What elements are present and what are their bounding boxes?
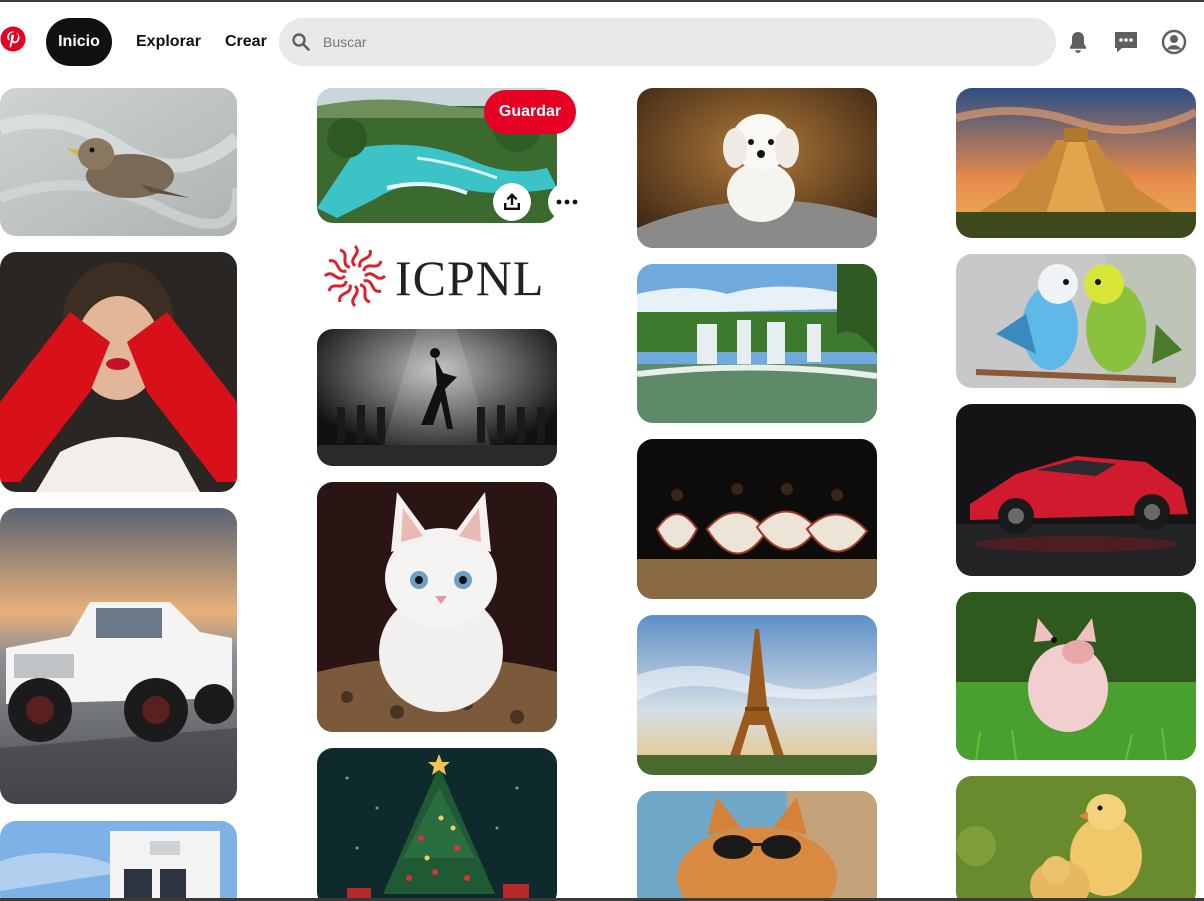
icpnl-brand-text: ICPNL bbox=[395, 250, 545, 306]
pin-modern-house[interactable] bbox=[0, 821, 237, 901]
pin-baby-chicks[interactable] bbox=[956, 776, 1196, 901]
pin-image bbox=[637, 264, 877, 423]
search-input[interactable] bbox=[323, 18, 1043, 66]
pin-christmas-tree[interactable] bbox=[317, 748, 557, 901]
pinterest-logo-icon[interactable] bbox=[0, 26, 26, 52]
pin-image bbox=[637, 791, 877, 901]
nav-create-link[interactable]: Crear bbox=[225, 18, 267, 66]
more-options-icon bbox=[556, 199, 578, 205]
pin-image bbox=[956, 404, 1196, 576]
pin-image bbox=[637, 439, 877, 599]
pin-white-puppy[interactable] bbox=[637, 88, 877, 248]
share-upload-icon bbox=[504, 193, 520, 210]
search-icon bbox=[292, 33, 310, 51]
pin-chichen-itza-pyramid[interactable] bbox=[956, 88, 1196, 238]
pin-folk-dancers[interactable] bbox=[637, 439, 877, 599]
pin-image bbox=[637, 615, 877, 775]
pin-girl-red-gloves[interactable] bbox=[0, 252, 237, 492]
pin-image bbox=[317, 748, 557, 901]
pin-image bbox=[0, 508, 237, 804]
pin-image bbox=[317, 329, 557, 466]
pin-piglet-grass[interactable] bbox=[956, 592, 1196, 760]
pin-white-pickup-truck[interactable] bbox=[0, 508, 237, 804]
pin-image bbox=[956, 254, 1196, 388]
save-button[interactable]: Guardar bbox=[484, 90, 576, 134]
user-profile-icon[interactable] bbox=[1160, 28, 1188, 56]
pin-image bbox=[0, 252, 237, 492]
pin-budgie-parrots[interactable] bbox=[956, 254, 1196, 388]
top-header: Inicio Explorar Crear bbox=[0, 2, 1204, 82]
icpnl-emblem-icon bbox=[323, 244, 387, 308]
pin-eiffel-tower[interactable] bbox=[637, 615, 877, 775]
more-options-button[interactable] bbox=[548, 183, 586, 221]
pin-image bbox=[637, 88, 877, 248]
pin-image bbox=[0, 821, 237, 901]
pin-icpnl-logo[interactable]: ICPNL bbox=[317, 236, 557, 316]
nav-home-button[interactable]: Inicio bbox=[46, 18, 112, 66]
pin-image bbox=[956, 88, 1196, 238]
nav-explore-link[interactable]: Explorar bbox=[136, 18, 201, 66]
pin-image bbox=[956, 592, 1196, 760]
pin-sparrow-chick[interactable] bbox=[0, 88, 237, 236]
messages-icon[interactable] bbox=[1112, 28, 1140, 56]
pin-image bbox=[956, 776, 1196, 901]
share-button[interactable] bbox=[493, 183, 531, 221]
pin-red-sports-car[interactable] bbox=[956, 404, 1196, 576]
search-bar[interactable] bbox=[279, 18, 1056, 66]
pin-cat-sunglasses[interactable] bbox=[637, 791, 877, 901]
pin-dancer-spotlight[interactable] bbox=[317, 329, 557, 466]
pin-image bbox=[0, 88, 237, 236]
bell-icon[interactable] bbox=[1064, 28, 1092, 56]
pin-white-kitten[interactable] bbox=[317, 482, 557, 732]
pin-iguazu-falls[interactable] bbox=[637, 264, 877, 423]
pin-image bbox=[317, 482, 557, 732]
